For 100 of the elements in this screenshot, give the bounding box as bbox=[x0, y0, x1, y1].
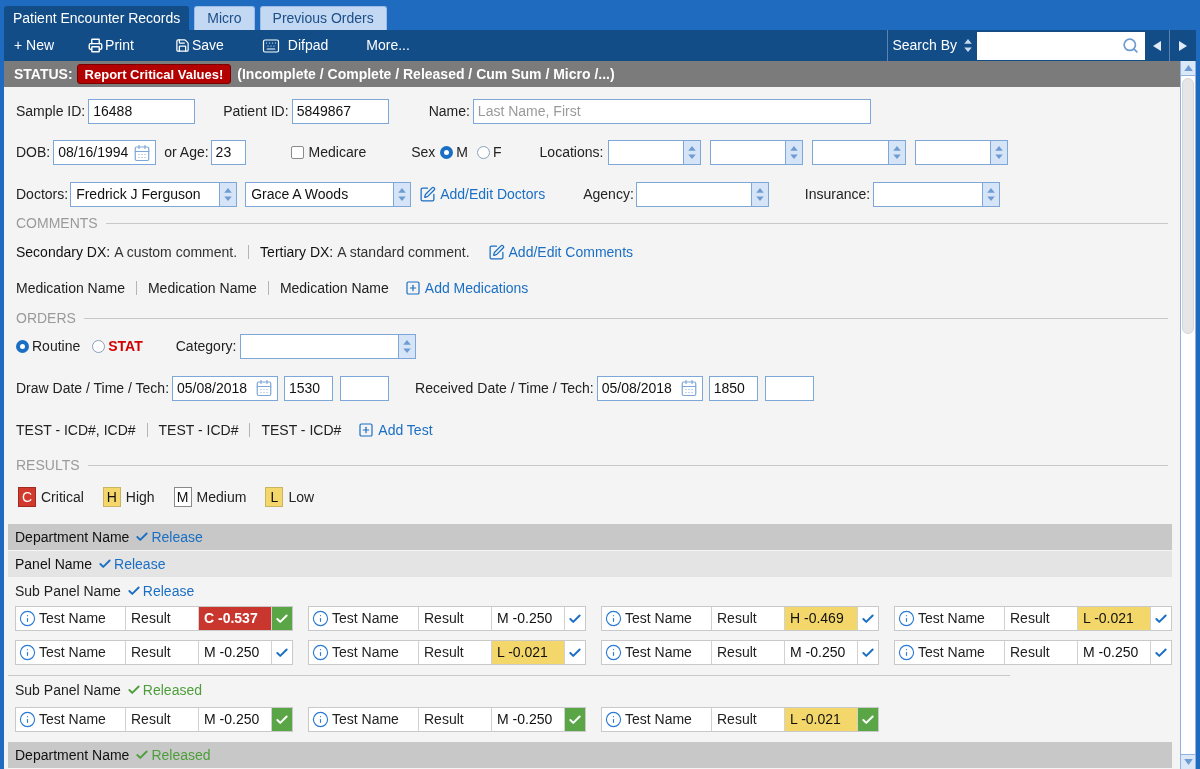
field-label: Sample ID: bbox=[16, 102, 86, 121]
calendar-icon[interactable] bbox=[133, 143, 152, 162]
info-icon[interactable] bbox=[605, 711, 622, 728]
spinner-icon[interactable] bbox=[990, 141, 1008, 164]
spinner-icon[interactable] bbox=[393, 183, 411, 206]
scrollbar[interactable] bbox=[1180, 61, 1196, 769]
draw-time-field[interactable]: 1530 bbox=[284, 375, 333, 401]
medication-name: Medication Name bbox=[279, 278, 389, 298]
radio-button[interactable] bbox=[477, 146, 490, 159]
released-status: Released bbox=[126, 679, 202, 701]
plus-icon bbox=[358, 422, 375, 438]
spinner-icon[interactable] bbox=[219, 183, 237, 206]
draw-date-field[interactable]: 05/08/2018 bbox=[172, 375, 278, 401]
panel-name: Panel Name bbox=[15, 554, 93, 574]
add-edit-doctors-link[interactable]: Add/Edit Doctors bbox=[419, 184, 546, 205]
add-test-link[interactable]: Add Test bbox=[358, 419, 433, 441]
received-tech-field[interactable] bbox=[764, 375, 814, 401]
search-field[interactable] bbox=[977, 31, 1145, 60]
doctor-select[interactable]: Fredrick J Ferguson bbox=[70, 182, 238, 207]
spinner-icon[interactable] bbox=[750, 183, 768, 206]
scroll-down-button[interactable] bbox=[1181, 754, 1195, 769]
release-cell[interactable] bbox=[272, 708, 292, 731]
comment-text: A custom comment. bbox=[114, 242, 238, 262]
add-medications-link[interactable]: Add Medications bbox=[404, 277, 529, 299]
info-icon[interactable] bbox=[312, 610, 329, 627]
check-icon bbox=[275, 712, 289, 727]
radio-button[interactable] bbox=[92, 339, 106, 353]
check-icon bbox=[135, 530, 150, 544]
info-icon[interactable] bbox=[19, 644, 36, 661]
draw-tech-field[interactable] bbox=[340, 375, 389, 401]
status-label: STATUS: bbox=[14, 64, 73, 84]
spinner-icon[interactable] bbox=[398, 334, 416, 358]
field-label: Locations: bbox=[539, 143, 604, 162]
calendar-icon[interactable] bbox=[679, 379, 698, 397]
spinner-icon[interactable] bbox=[683, 141, 701, 164]
printer-icon bbox=[88, 38, 104, 53]
received-time-field[interactable]: 1850 bbox=[708, 375, 758, 401]
checkbox[interactable] bbox=[290, 146, 304, 159]
agency-select[interactable] bbox=[635, 182, 769, 207]
spinner-icon[interactable] bbox=[982, 183, 1000, 206]
dob-field[interactable]: 08/16/1994 bbox=[53, 140, 157, 165]
tab[interactable]: Micro bbox=[194, 6, 255, 30]
patient-id-field[interactable]: 5849867 bbox=[291, 99, 389, 124]
difpad-button[interactable]: Difpad bbox=[255, 35, 333, 56]
field-label: DOB: bbox=[16, 143, 51, 162]
save-button[interactable]: Save bbox=[170, 35, 228, 56]
info-icon[interactable] bbox=[898, 644, 915, 661]
scroll-up-button[interactable] bbox=[1181, 61, 1195, 76]
location-select[interactable] bbox=[812, 140, 907, 165]
location-select[interactable] bbox=[710, 140, 804, 165]
section-title: ORDERS bbox=[16, 308, 76, 328]
location-select[interactable] bbox=[915, 140, 1009, 165]
doctor-select[interactable]: Grace A Woods bbox=[245, 182, 412, 207]
department-name: Department Name bbox=[15, 745, 130, 765]
insurance-select[interactable] bbox=[873, 182, 1001, 207]
sample-id-field[interactable]: 16488 bbox=[88, 99, 196, 124]
radio-button[interactable] bbox=[440, 146, 454, 159]
release-cell[interactable] bbox=[565, 708, 585, 731]
test-name: Test Name bbox=[332, 710, 399, 729]
medication-name: Medication Name bbox=[147, 278, 257, 298]
scrollbar-thumb[interactable] bbox=[1182, 78, 1194, 334]
radio-button[interactable] bbox=[16, 339, 29, 353]
age-field[interactable]: 23 bbox=[210, 140, 246, 165]
test-name: Test Name bbox=[625, 609, 692, 628]
info-icon[interactable] bbox=[312, 644, 329, 661]
test-name: Test Name bbox=[39, 609, 106, 628]
release-link[interactable]: Release bbox=[98, 553, 166, 575]
value-cell: C -0.537 bbox=[199, 607, 272, 630]
category-select[interactable] bbox=[240, 333, 417, 359]
info-icon[interactable] bbox=[605, 610, 622, 627]
report-critical-values-button[interactable]: Report Critical Values! bbox=[76, 64, 232, 84]
check-icon bbox=[861, 712, 875, 727]
section-title: COMMENTS bbox=[16, 213, 98, 233]
calendar-icon[interactable] bbox=[255, 379, 273, 397]
new-button[interactable]: + New bbox=[10, 35, 59, 56]
test-name: Test Name bbox=[332, 643, 399, 662]
search-icon[interactable] bbox=[1122, 37, 1139, 54]
info-icon[interactable] bbox=[898, 610, 915, 627]
caret-down-icon bbox=[1183, 759, 1193, 765]
location-select[interactable] bbox=[608, 140, 702, 165]
comment-label: Secondary DX: bbox=[16, 242, 111, 262]
comment-text: A standard comment. bbox=[337, 242, 470, 262]
info-icon[interactable] bbox=[19, 610, 36, 627]
check-icon bbox=[98, 557, 113, 571]
search-by-select[interactable]: Search By bbox=[888, 35, 975, 56]
tab[interactable]: Previous Orders bbox=[259, 6, 387, 30]
info-icon[interactable] bbox=[312, 711, 329, 728]
release-cell[interactable] bbox=[858, 708, 878, 731]
info-icon[interactable] bbox=[19, 711, 36, 728]
check-icon bbox=[861, 611, 875, 626]
spinner-icon[interactable] bbox=[785, 141, 803, 164]
add-edit-comments-link[interactable]: Add/Edit Comments bbox=[487, 241, 634, 263]
received-date-field[interactable]: 05/08/2018 bbox=[596, 375, 703, 401]
info-icon[interactable] bbox=[605, 644, 622, 661]
release-link[interactable]: Release bbox=[126, 580, 195, 602]
tab[interactable]: Patient Encounter Records bbox=[4, 6, 190, 30]
print-button[interactable]: Print bbox=[84, 35, 138, 56]
more-button[interactable]: More... bbox=[362, 35, 414, 56]
release-cell[interactable] bbox=[272, 607, 292, 630]
spinner-icon[interactable] bbox=[888, 141, 906, 164]
